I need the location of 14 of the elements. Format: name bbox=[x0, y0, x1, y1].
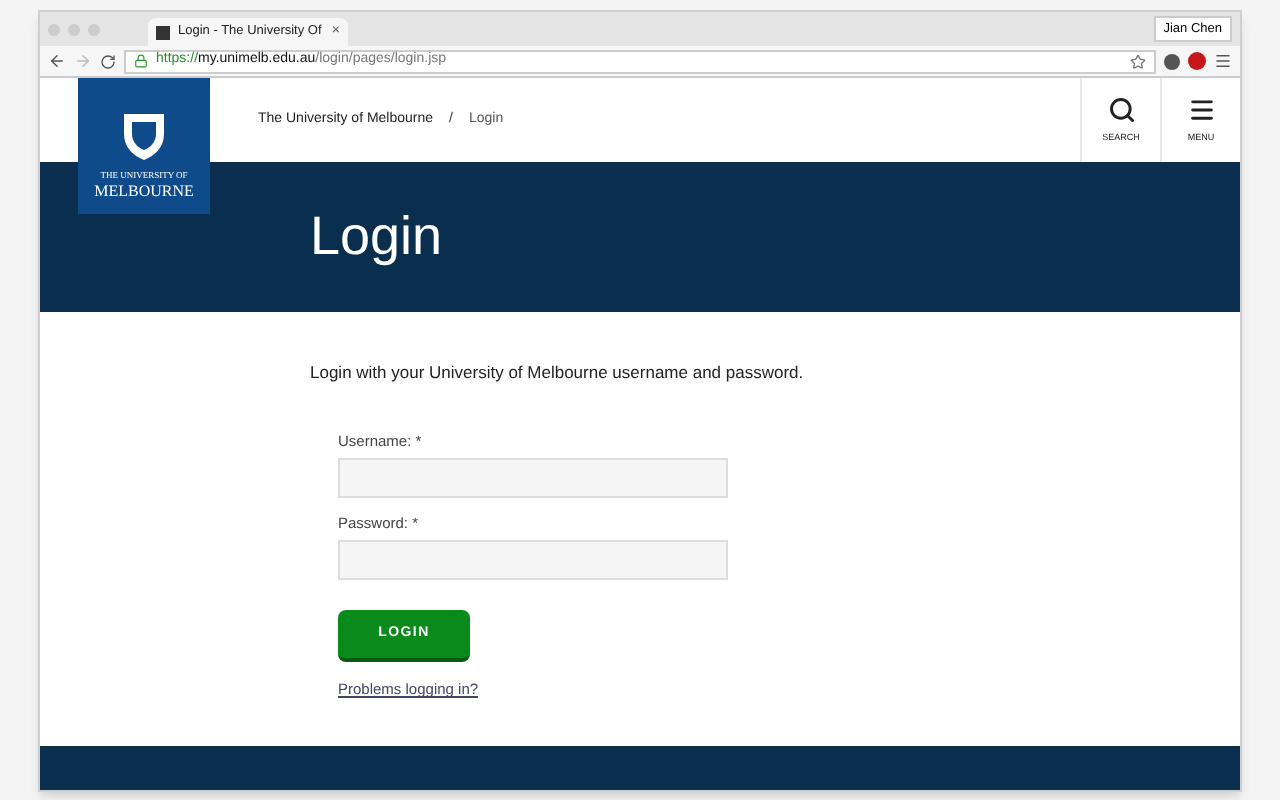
logo-text: MELBOURNE bbox=[94, 182, 194, 202]
favicon-icon bbox=[156, 25, 170, 39]
lock-icon bbox=[134, 54, 148, 68]
reload-icon[interactable] bbox=[100, 53, 116, 69]
menu-icon bbox=[1187, 95, 1215, 124]
username-field[interactable] bbox=[338, 458, 728, 498]
menu-icon[interactable] bbox=[1214, 52, 1232, 70]
search-icon bbox=[1107, 95, 1135, 124]
back-icon[interactable] bbox=[48, 52, 66, 70]
extension-icon[interactable] bbox=[1164, 53, 1180, 69]
page-title: Login bbox=[310, 204, 443, 271]
password-field[interactable] bbox=[338, 540, 728, 581]
bookmark-icon[interactable] bbox=[1130, 53, 1146, 69]
intro-text: Login with your University of Melbourne username and password. bbox=[310, 360, 806, 386]
